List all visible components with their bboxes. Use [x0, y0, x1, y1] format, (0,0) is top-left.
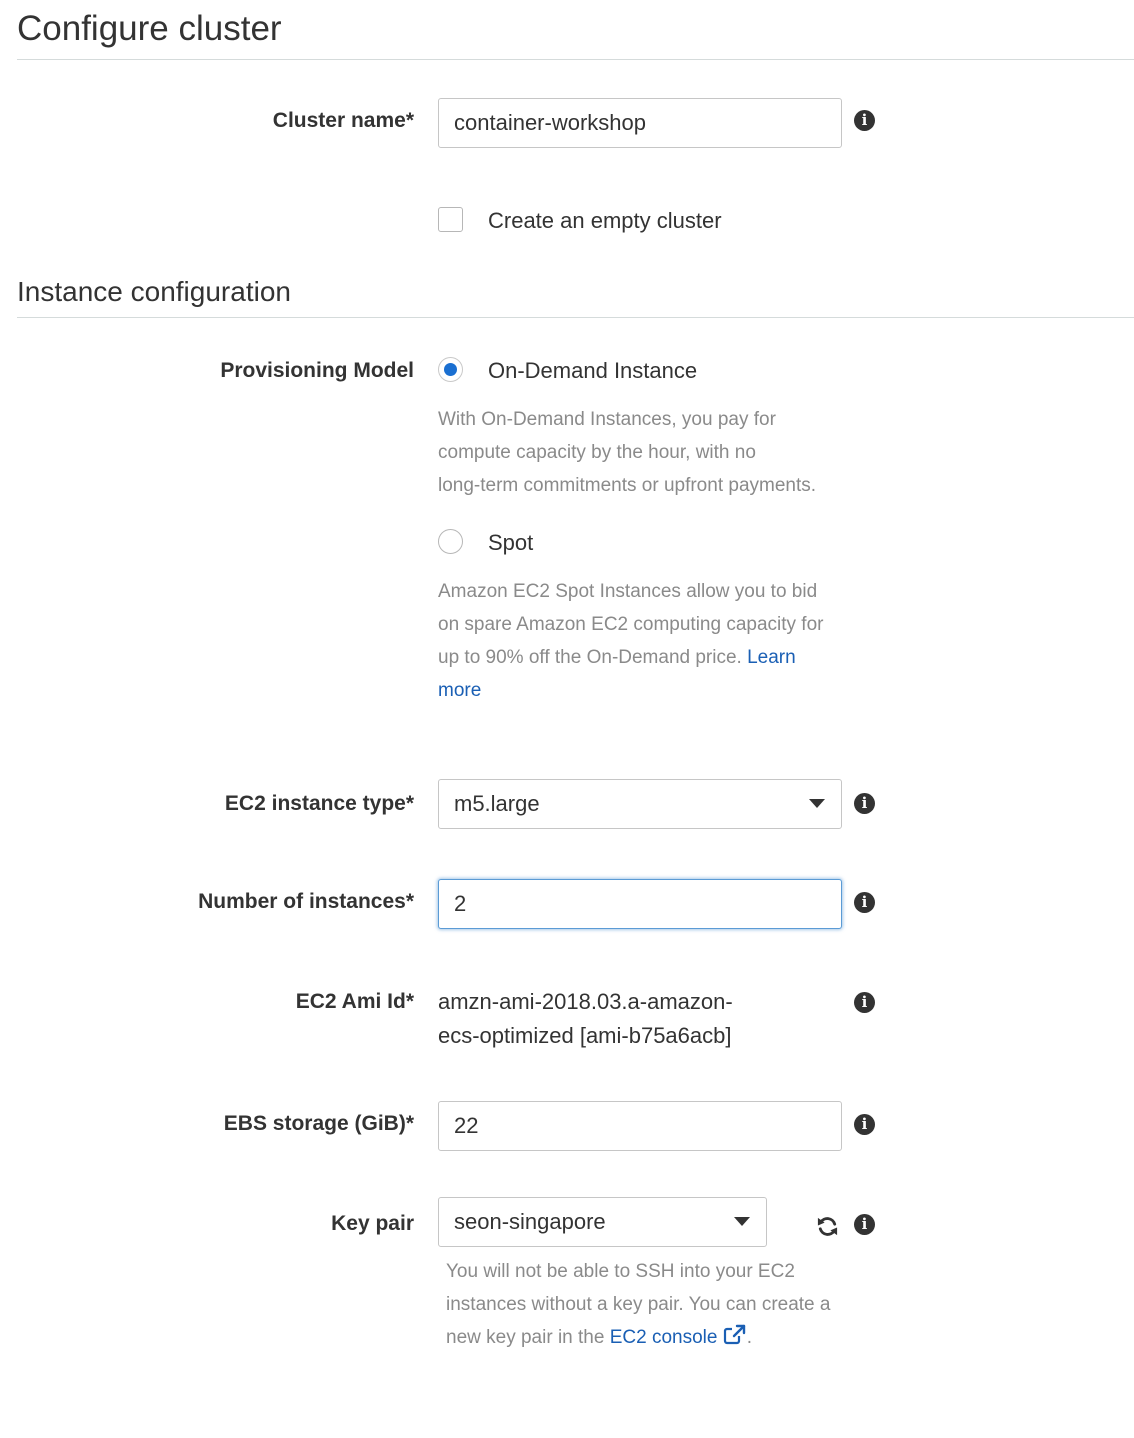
empty-cluster-label[interactable]: Create an empty cluster — [488, 207, 722, 235]
key-pair-help-line: new key pair in the EC2 console . — [446, 1321, 866, 1354]
on-demand-description: With On-Demand Instances, you pay for co… — [438, 403, 816, 502]
cluster-name-label: Cluster name* — [272, 109, 414, 132]
section-divider — [17, 317, 1134, 318]
ec2-console-link[interactable]: EC2 console — [610, 1327, 718, 1348]
spot-description: Amazon EC2 Spot Instances allow you to b… — [438, 575, 858, 707]
external-link-icon[interactable] — [723, 1324, 747, 1346]
ebs-storage-label: EBS storage (GiB)* — [223, 1112, 414, 1135]
ami-id-value: amzn-ami-2018.03.a-amazon- ecs-optimized… — [438, 985, 733, 1053]
spot-description-line: up to 90% off the On-Demand price. Learn — [438, 641, 858, 674]
chevron-down-icon — [734, 1217, 750, 1226]
cluster-name-input[interactable] — [438, 98, 842, 148]
key-pair-label: Key pair — [331, 1212, 414, 1235]
key-pair-help-suffix: . — [746, 1327, 752, 1348]
ami-id-info-icon[interactable]: i — [854, 992, 875, 1013]
spot-description-text: up to 90% off the On-Demand price. — [438, 647, 742, 668]
configure-cluster-page: Configure cluster Cluster name* i Create… — [0, 0, 1134, 1438]
num-instances-label: Number of instances* — [198, 890, 414, 913]
ami-id-value-line: ecs-optimized [ami-b75a6acb] — [438, 1023, 732, 1048]
on-demand-description-line: long-term commitments or upfront payment… — [438, 475, 817, 496]
ami-id-label: EC2 Ami Id* — [295, 990, 414, 1013]
title-divider — [17, 59, 1134, 60]
ebs-storage-info-icon[interactable]: i — [854, 1114, 875, 1135]
ebs-storage-input[interactable] — [438, 1101, 842, 1151]
on-demand-label[interactable]: On-Demand Instance — [488, 357, 697, 385]
learn-more-link[interactable]: Learn — [747, 647, 796, 668]
key-pair-info-icon[interactable]: i — [854, 1214, 875, 1235]
on-demand-description-line: compute capacity by the hour, with no — [438, 442, 756, 463]
on-demand-description-line: With On-Demand Instances, you pay for — [438, 409, 776, 430]
empty-cluster-checkbox[interactable] — [438, 207, 463, 232]
refresh-icon[interactable] — [816, 1215, 839, 1238]
provisioning-model-label: Provisioning Model — [220, 359, 414, 382]
key-pair-help-line: You will not be able to SSH into your EC… — [446, 1261, 795, 1282]
key-pair-help-line: instances without a key pair. You can cr… — [446, 1294, 831, 1315]
instance-type-label: EC2 instance type* — [224, 792, 414, 815]
instance-type-select[interactable]: m5.large — [438, 779, 842, 829]
num-instances-input[interactable] — [438, 879, 842, 929]
spot-description-line: Amazon EC2 Spot Instances allow you to b… — [438, 581, 818, 602]
ami-id-value-line: amzn-ami-2018.03.a-amazon- — [438, 989, 733, 1014]
on-demand-radio[interactable] — [438, 357, 463, 382]
spot-description-line: on spare Amazon EC2 computing capacity f… — [438, 614, 824, 635]
key-pair-help-text: new key pair in the — [446, 1327, 610, 1348]
spot-radio[interactable] — [438, 529, 463, 554]
instance-type-info-icon[interactable]: i — [854, 793, 875, 814]
section-title-instance-configuration: Instance configuration — [17, 276, 291, 307]
key-pair-value: seon-singapore — [454, 1209, 606, 1234]
key-pair-help: You will not be able to SSH into your EC… — [446, 1255, 866, 1354]
num-instances-info-icon[interactable]: i — [854, 892, 875, 913]
key-pair-select[interactable]: seon-singapore — [438, 1197, 767, 1247]
chevron-down-icon — [809, 799, 825, 808]
page-title: Configure cluster — [17, 9, 282, 48]
learn-more-link-continued[interactable]: more — [438, 680, 481, 701]
cluster-name-info-icon[interactable]: i — [854, 110, 875, 131]
instance-type-value: m5.large — [454, 791, 540, 816]
spot-label[interactable]: Spot — [488, 529, 533, 557]
